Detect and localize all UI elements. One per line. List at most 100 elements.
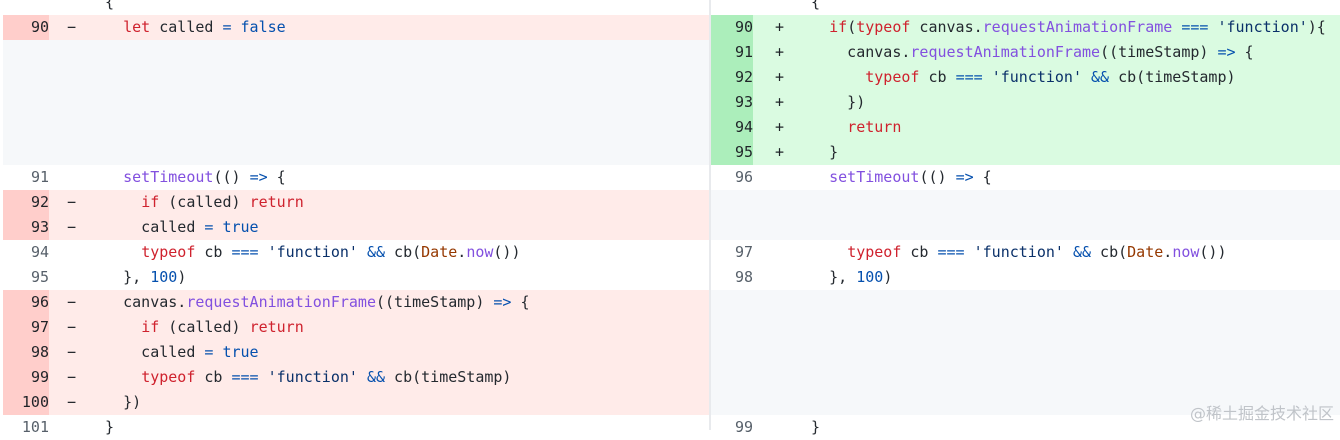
line-number[interactable] <box>3 65 49 90</box>
line-number[interactable]: 93 <box>711 90 753 115</box>
code-token: typeof <box>847 243 902 261</box>
code-text: typeof cb === 'function' && cb(timeStamp… <box>793 65 1236 90</box>
line-number[interactable]: 93 <box>3 215 49 240</box>
code-token: cb(timeStamp) <box>1109 68 1236 86</box>
line-number[interactable]: 98 <box>3 340 49 365</box>
code-token: 100 <box>150 268 178 286</box>
code-token: . <box>1163 243 1173 261</box>
code-token: true <box>222 218 259 236</box>
line-number[interactable] <box>3 40 49 65</box>
diff-sign: − <box>67 318 77 336</box>
code-text: { <box>87 0 114 15</box>
line-number[interactable] <box>711 0 753 15</box>
line-number[interactable]: 99 <box>711 415 753 440</box>
line-number[interactable] <box>3 90 49 115</box>
diff-sign: − <box>67 343 77 361</box>
line-number[interactable]: 91 <box>711 40 753 65</box>
code-text: setTimeout(() => { <box>87 165 286 190</box>
line-number[interactable] <box>711 215 753 240</box>
code-token: Date <box>421 243 458 261</box>
line-number[interactable]: 90 <box>711 15 753 40</box>
code-token: === <box>231 368 259 386</box>
code-token: requestAnimationFrame <box>982 18 1173 36</box>
line-number[interactable]: 97 <box>3 315 49 340</box>
code-text: typeof cb === 'function' && cb(Date.now(… <box>87 240 521 265</box>
code-token: === <box>231 243 259 261</box>
deleted-line: 90− let called = false <box>3 15 709 40</box>
line-number[interactable]: 92 <box>711 65 753 90</box>
code-token: { <box>973 168 992 186</box>
code-text: }, 100) <box>793 265 892 290</box>
code-token: cb <box>195 243 232 261</box>
line-number[interactable]: 95 <box>711 140 753 165</box>
line-number[interactable] <box>711 315 753 340</box>
code-token: } <box>87 418 115 436</box>
line-number[interactable]: 95 <box>3 265 49 290</box>
context-line: { <box>3 0 709 15</box>
code-token: typeof <box>856 18 911 36</box>
code-token: requestAnimationFrame <box>186 293 376 311</box>
diff-sign: + <box>775 18 785 36</box>
code-token: cb <box>195 368 232 386</box>
code-token: === <box>1181 18 1209 36</box>
line-number[interactable] <box>711 365 753 390</box>
line-number[interactable]: 96 <box>711 165 753 190</box>
left-pane-old-file: {90− let called = false 91 setTimeout(() … <box>3 0 709 440</box>
empty-placeholder-line <box>3 115 709 140</box>
code-text: typeof cb === 'function' && cb(Date.now(… <box>793 240 1226 265</box>
context-line: 94 typeof cb === 'function' && cb(Date.n… <box>3 240 709 265</box>
context-line: { <box>711 0 1340 15</box>
code-token: ((timeStamp) <box>376 293 494 311</box>
line-number[interactable] <box>3 0 49 15</box>
line-number[interactable]: 98 <box>711 265 753 290</box>
code-token: if <box>141 193 160 211</box>
code-token: cb <box>901 243 938 261</box>
context-line: 95 }, 100) <box>3 265 709 290</box>
line-number[interactable]: 94 <box>711 115 753 140</box>
code-token: && <box>366 368 386 386</box>
code-token: canvas. <box>793 43 911 61</box>
code-text: if (called) return <box>87 190 304 215</box>
empty-placeholder-line <box>3 90 709 115</box>
line-number[interactable] <box>711 190 753 215</box>
line-number[interactable] <box>711 340 753 365</box>
code-text: canvas.requestAnimationFrame((timeStamp)… <box>793 40 1253 65</box>
line-number[interactable]: 100 <box>3 390 49 415</box>
code-token: } <box>793 418 821 436</box>
line-number[interactable]: 97 <box>711 240 753 265</box>
line-number[interactable]: 92 <box>3 190 49 215</box>
code-token: 'function' <box>1217 18 1308 36</box>
line-number[interactable] <box>711 290 753 315</box>
deleted-line: 96− canvas.requestAnimationFrame((timeSt… <box>3 290 709 315</box>
deleted-line: 99− typeof cb === 'function' && cb(timeS… <box>3 365 709 390</box>
code-token: return <box>847 118 902 136</box>
line-number[interactable] <box>3 115 49 140</box>
line-number[interactable]: 99 <box>3 365 49 390</box>
line-number[interactable]: 94 <box>3 240 49 265</box>
line-number[interactable]: 90 <box>3 15 49 40</box>
code-token: => <box>493 293 512 311</box>
code-token: typeof <box>865 68 920 86</box>
code-token: && <box>366 243 386 261</box>
empty-placeholder-line <box>711 215 1340 240</box>
line-number[interactable]: 91 <box>3 165 49 190</box>
code-token: ()) <box>493 243 521 261</box>
code-token: && <box>1072 243 1092 261</box>
line-number[interactable]: 96 <box>3 290 49 315</box>
code-token: 'function' <box>991 68 1082 86</box>
context-line: 91 setTimeout(() => { <box>3 165 709 190</box>
line-number[interactable] <box>711 390 753 415</box>
code-token: return <box>249 318 304 336</box>
line-number[interactable] <box>3 140 49 165</box>
code-token: requestAnimationFrame <box>910 43 1101 61</box>
code-token: called <box>150 18 223 36</box>
line-number[interactable]: 101 <box>3 415 49 440</box>
